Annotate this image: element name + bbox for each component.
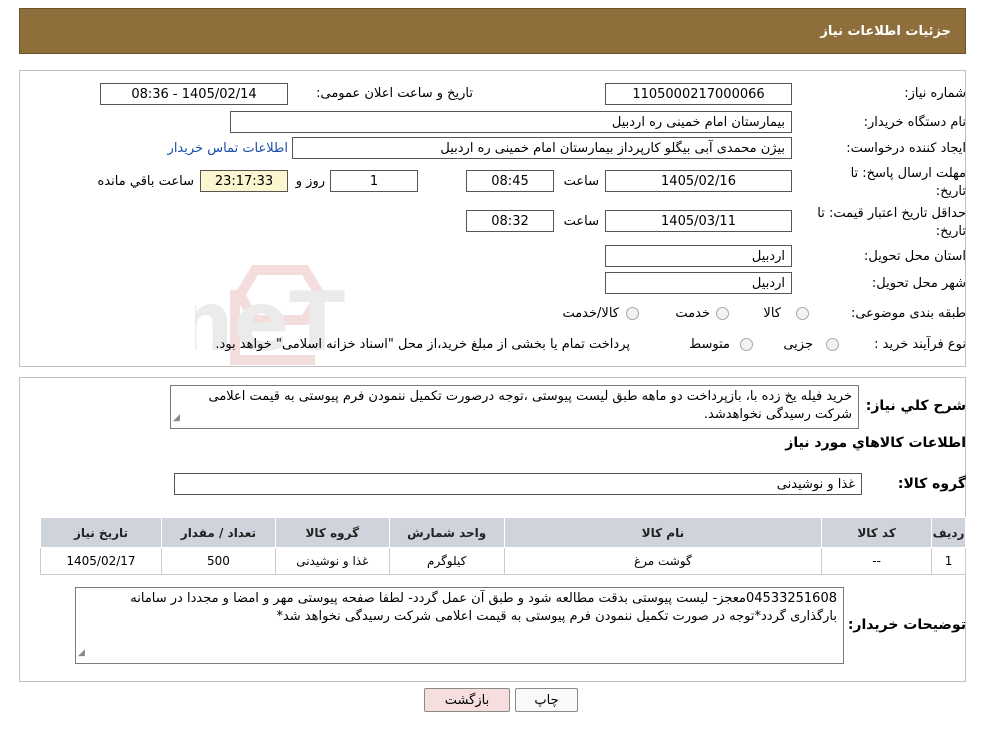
col-unit-header: واحد شمارش <box>388 517 505 548</box>
validity-label-2: تاریخ: <box>935 224 966 239</box>
days-label: روز و <box>295 174 325 189</box>
announce-label: تاریخ و ساعت اعلان عمومی: <box>316 86 473 101</box>
announce-datetime-field: 1405/02/14 - 08:36 <box>100 83 288 105</box>
province-label: استان محل تحویل: <box>864 249 966 264</box>
cell-qty: 500 <box>160 547 276 575</box>
buyer-contact-link[interactable]: اطلاعات تماس خریدار <box>168 141 288 156</box>
province-field: اردبیل <box>605 245 792 267</box>
need-number-label: شماره نیاز: <box>904 86 966 101</box>
category-both-radio[interactable] <box>626 307 639 320</box>
deadline-label: مهلت ارسال پاسخ: تا <box>850 166 966 181</box>
goods-info-title: اطلاعات کالاهاي مورد نیاز <box>785 435 966 451</box>
summary-text: خرید فیله یخ زده با، بازپرداخت دو ماهه ط… <box>208 389 852 422</box>
process-label: نوع فرآیند خرید : <box>874 337 966 352</box>
category-goods-label: کالا <box>763 306 781 321</box>
category-both-label: کالا/خدمت <box>562 306 619 321</box>
creator-field: بیژن محمدی آبی بیگلو کارپرداز بیمارستان … <box>292 137 792 159</box>
city-label: شهر محل تحویل: <box>871 276 966 291</box>
buyer-org-field: بیمارستان امام خمینی ره اردبیل <box>230 111 792 133</box>
cell-group: غذا و نوشیدنی <box>274 547 390 575</box>
category-label: طبقه بندی موضوعی: <box>850 306 966 321</box>
goods-group-label: گروه کالا: <box>897 476 966 492</box>
validity-time-label: ساعت <box>563 214 599 229</box>
buyer-notes-text: 04533251608معجز- لیست پیوستی بدقت مطالعه… <box>130 591 837 624</box>
process-medium-radio[interactable] <box>740 338 753 351</box>
cell-unit: کیلوگرم <box>388 547 505 575</box>
validity-time-field: 08:32 <box>466 210 554 232</box>
need-number-field: 1105000217000066 <box>605 83 792 105</box>
validity-date-field: 1405/03/11 <box>605 210 792 232</box>
table-row: 1 -- گوشت مرغ کیلوگرم غذا و نوشیدنی 500 … <box>40 547 966 575</box>
process-minor-radio[interactable] <box>826 338 839 351</box>
goods-group-field: غذا و نوشیدنی <box>174 473 862 495</box>
days-field: 1 <box>330 170 418 192</box>
deadline-time-label: ساعت <box>563 174 599 189</box>
page-header: جزئیات اطلاعات نیاز <box>19 8 966 54</box>
process-note: پرداخت تمام یا بخشی از مبلغ خرید،از محل … <box>215 337 630 352</box>
cell-row: 1 <box>931 547 966 575</box>
deadline-label-2: تاریخ: <box>935 184 966 199</box>
col-row-header: ردیف <box>931 517 966 548</box>
validity-label: حداقل تاریخ اعتبار قیمت: تا <box>817 206 966 221</box>
table-header-row: ردیف کد کالا نام کالا واحد شمارش گروه کا… <box>40 517 966 548</box>
col-date-header: تاریخ نیاز <box>40 517 162 548</box>
col-code-header: کد کالا <box>821 517 933 548</box>
cell-code: -- <box>821 547 933 575</box>
buyer-notes-textarea: 04533251608معجز- لیست پیوستی بدقت مطالعه… <box>75 587 844 664</box>
category-service-radio[interactable] <box>716 307 729 320</box>
category-service-label: خدمت <box>675 306 710 321</box>
cell-date: 1405/02/17 <box>40 547 162 575</box>
process-medium-label: متوسط <box>689 337 730 352</box>
cell-name: گوشت مرغ <box>503 547 823 575</box>
city-field: اردبیل <box>605 272 792 294</box>
summary-label: شرح کلي نیاز: <box>865 398 966 414</box>
deadline-time-field: 08:45 <box>466 170 554 192</box>
creator-label: ایجاد کننده درخواست: <box>846 141 966 156</box>
remaining-time-field: 23:17:33 <box>200 170 288 192</box>
buyer-notes-label: توضیحات خریدار: <box>847 617 966 633</box>
col-name-header: نام کالا <box>503 517 823 548</box>
back-button[interactable]: بازگشت <box>424 688 510 712</box>
col-group-header: گروه کالا <box>274 517 390 548</box>
resize-handle-icon[interactable]: ◢ <box>78 644 85 662</box>
items-table: ردیف کد کالا نام کالا واحد شمارش گروه کا… <box>40 517 966 575</box>
remaining-label: ساعت باقي مانده <box>97 174 194 189</box>
category-goods-radio[interactable] <box>796 307 809 320</box>
resize-handle-icon[interactable]: ◢ <box>173 409 180 427</box>
buyer-org-label: نام دستگاه خریدار: <box>863 115 966 130</box>
process-minor-label: جزیی <box>783 337 813 352</box>
col-qty-header: تعداد / مقدار <box>160 517 276 548</box>
page-title: جزئیات اطلاعات نیاز <box>820 23 951 39</box>
print-button[interactable]: چاپ <box>515 688 578 712</box>
summary-textarea: خرید فیله یخ زده با، بازپرداخت دو ماهه ط… <box>170 385 859 429</box>
deadline-date-field: 1405/02/16 <box>605 170 792 192</box>
